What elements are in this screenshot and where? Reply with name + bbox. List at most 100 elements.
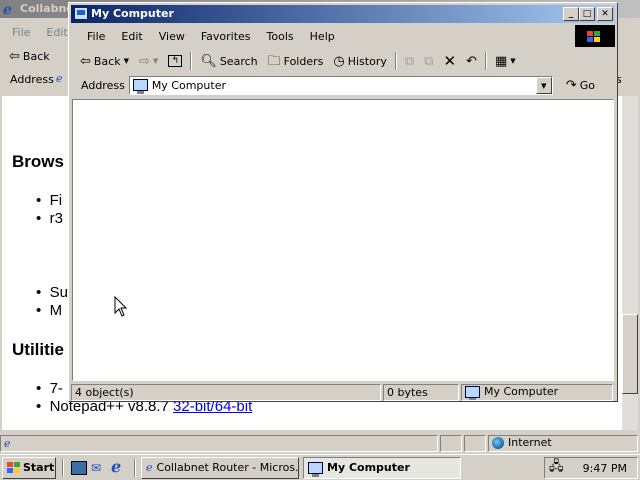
list-item-text: M [49, 302, 63, 319]
background-menubar: File Edit [4, 22, 76, 42]
status-panel [440, 434, 462, 452]
status-panel [464, 434, 486, 452]
menu-file[interactable]: File [79, 30, 113, 43]
my-computer-icon [308, 461, 323, 477]
menu-favorites[interactable]: Favorites [193, 30, 259, 43]
move-to-icon: ⧉ [404, 53, 415, 69]
folders-icon: 🗀 [267, 53, 281, 69]
menu-view[interactable]: View [151, 30, 193, 43]
clock[interactable]: 9:47 PM [583, 462, 627, 475]
background-back-button[interactable]: ⇦ Back [4, 45, 55, 67]
search-button[interactable]: 🔍︎ Search [195, 50, 262, 72]
network-icon[interactable]: 🖧 [549, 457, 564, 479]
undo-button[interactable]: ↶ [461, 50, 482, 72]
history-button[interactable]: ◷ History [328, 50, 391, 72]
taskbar-button-my-computer[interactable]: My Computer [303, 456, 461, 479]
list-item-text: 7- [49, 380, 63, 397]
go-arrow-icon: ↷ [565, 77, 577, 93]
ie-icon: ℯ [3, 2, 12, 18]
background-scrollbar[interactable] [622, 96, 638, 430]
forward-arrow-icon: ⇨ [139, 53, 150, 69]
background-status-bar: ℯ Internet [0, 433, 640, 453]
show-desktop-icon[interactable] [71, 460, 87, 475]
close-button[interactable]: ✕ [597, 7, 613, 21]
search-icon: 🔍︎ [200, 53, 217, 69]
taskbar-button-label: Collabnet Router - Micros... [156, 461, 299, 474]
list-item: • 7- [36, 380, 63, 397]
folders-button[interactable]: 🗀 Folders [263, 50, 329, 72]
go-label: Go [579, 78, 595, 92]
forward-button[interactable]: ⇨ ▼ [134, 50, 163, 72]
window-title-bar[interactable]: My Computer _ □ ✕ [71, 5, 615, 23]
background-menu-file[interactable]: File [4, 26, 38, 39]
taskbar-button-label: My Computer [327, 461, 410, 474]
folder-content-area[interactable] [72, 99, 614, 381]
menu-help[interactable]: Help [302, 30, 343, 43]
move-to-button[interactable]: ⧉ [400, 50, 419, 72]
my-computer-window: My Computer _ □ ✕ File Edit View Favorit… [68, 2, 618, 402]
heading-browsers: Brows [12, 152, 64, 171]
background-back-label: Back [22, 49, 50, 63]
list-item: • M [36, 302, 63, 319]
heading-utilities: Utilitie [12, 340, 64, 359]
start-button[interactable]: Start [2, 456, 56, 479]
my-computer-icon [465, 386, 480, 400]
list-item: • r3 [36, 210, 63, 227]
taskbar-button-collabnet[interactable]: ℯ Collabnet Router - Micros... [141, 456, 299, 479]
chevron-down-icon[interactable]: ▼ [124, 57, 129, 65]
taskbar-separator [134, 458, 136, 477]
quick-launch: ✉ ℯ [71, 458, 127, 476]
address-bar: Address My Computer ▼ ↷ Go [75, 74, 613, 96]
toolbar-separator [484, 52, 487, 70]
list-item: • Su [36, 284, 68, 301]
list-item-text: r3 [49, 210, 63, 227]
delete-icon: ✕ [443, 51, 457, 70]
back-button[interactable]: ⇦ Back ▼ [75, 50, 134, 72]
background-address-icon: ℯ [56, 72, 63, 85]
internet-explorer-icon[interactable]: ℯ [111, 458, 127, 476]
history-label: History [347, 54, 387, 68]
scrollbar-thumb[interactable] [622, 314, 638, 394]
taskbar-separator [62, 458, 64, 477]
outlook-express-icon[interactable]: ✉ [91, 461, 107, 475]
chevron-down-icon[interactable]: ▼ [153, 57, 158, 65]
list-item: • Fi [36, 192, 63, 209]
copy-to-button[interactable]: ⧉ [419, 50, 438, 72]
start-label: Start [23, 461, 55, 474]
windows-flag-logo [575, 25, 615, 47]
status-size-panel: 0 bytes [383, 383, 459, 401]
list-item-text: Fi [49, 192, 63, 209]
up-folder-button[interactable]: ↰ [163, 50, 187, 72]
window-title: My Computer [91, 7, 174, 20]
undo-icon: ↶ [466, 53, 477, 69]
menu-edit[interactable]: Edit [113, 30, 150, 43]
back-arrow-icon: ⇦ [9, 48, 20, 64]
toolbar-separator [394, 52, 397, 70]
address-field[interactable]: My Computer ▼ [128, 75, 553, 95]
folders-label: Folders [283, 54, 324, 68]
status-zone-panel: My Computer [461, 383, 613, 401]
views-button[interactable]: ▦ ▼ [490, 50, 521, 72]
standard-toolbar: ⇦ Back ▼ ⇨ ▼ ↰ 🔍︎ Search 🗀 Folders ◷ His… [75, 49, 521, 73]
address-label: Address [81, 78, 125, 92]
menu-tools[interactable]: Tools [259, 30, 302, 43]
menu-bar: File Edit View Favorites Tools Help [79, 26, 343, 46]
list-item-text: Su [49, 284, 68, 301]
delete-button[interactable]: ✕ [438, 50, 461, 72]
background-toolbar: ⇦ Back [4, 44, 55, 68]
my-computer-icon [132, 79, 148, 94]
back-arrow-icon: ⇦ [80, 53, 91, 69]
ie-icon: ℯ [146, 461, 153, 474]
windows-flag-icon [7, 462, 20, 473]
globe-icon [492, 437, 504, 449]
background-address-label: Address [10, 73, 54, 86]
maximize-button[interactable]: □ [579, 7, 595, 21]
address-value: My Computer [151, 78, 226, 92]
go-button[interactable]: ↷ Go [561, 74, 600, 96]
minimize-button[interactable]: _ [563, 7, 579, 21]
views-icon: ▦ [494, 53, 508, 69]
up-folder-icon: ↰ [168, 55, 183, 67]
chevron-down-icon[interactable]: ▼ [510, 57, 515, 65]
address-dropdown-button[interactable]: ▼ [535, 76, 552, 94]
copy-to-icon: ⧉ [424, 53, 434, 69]
